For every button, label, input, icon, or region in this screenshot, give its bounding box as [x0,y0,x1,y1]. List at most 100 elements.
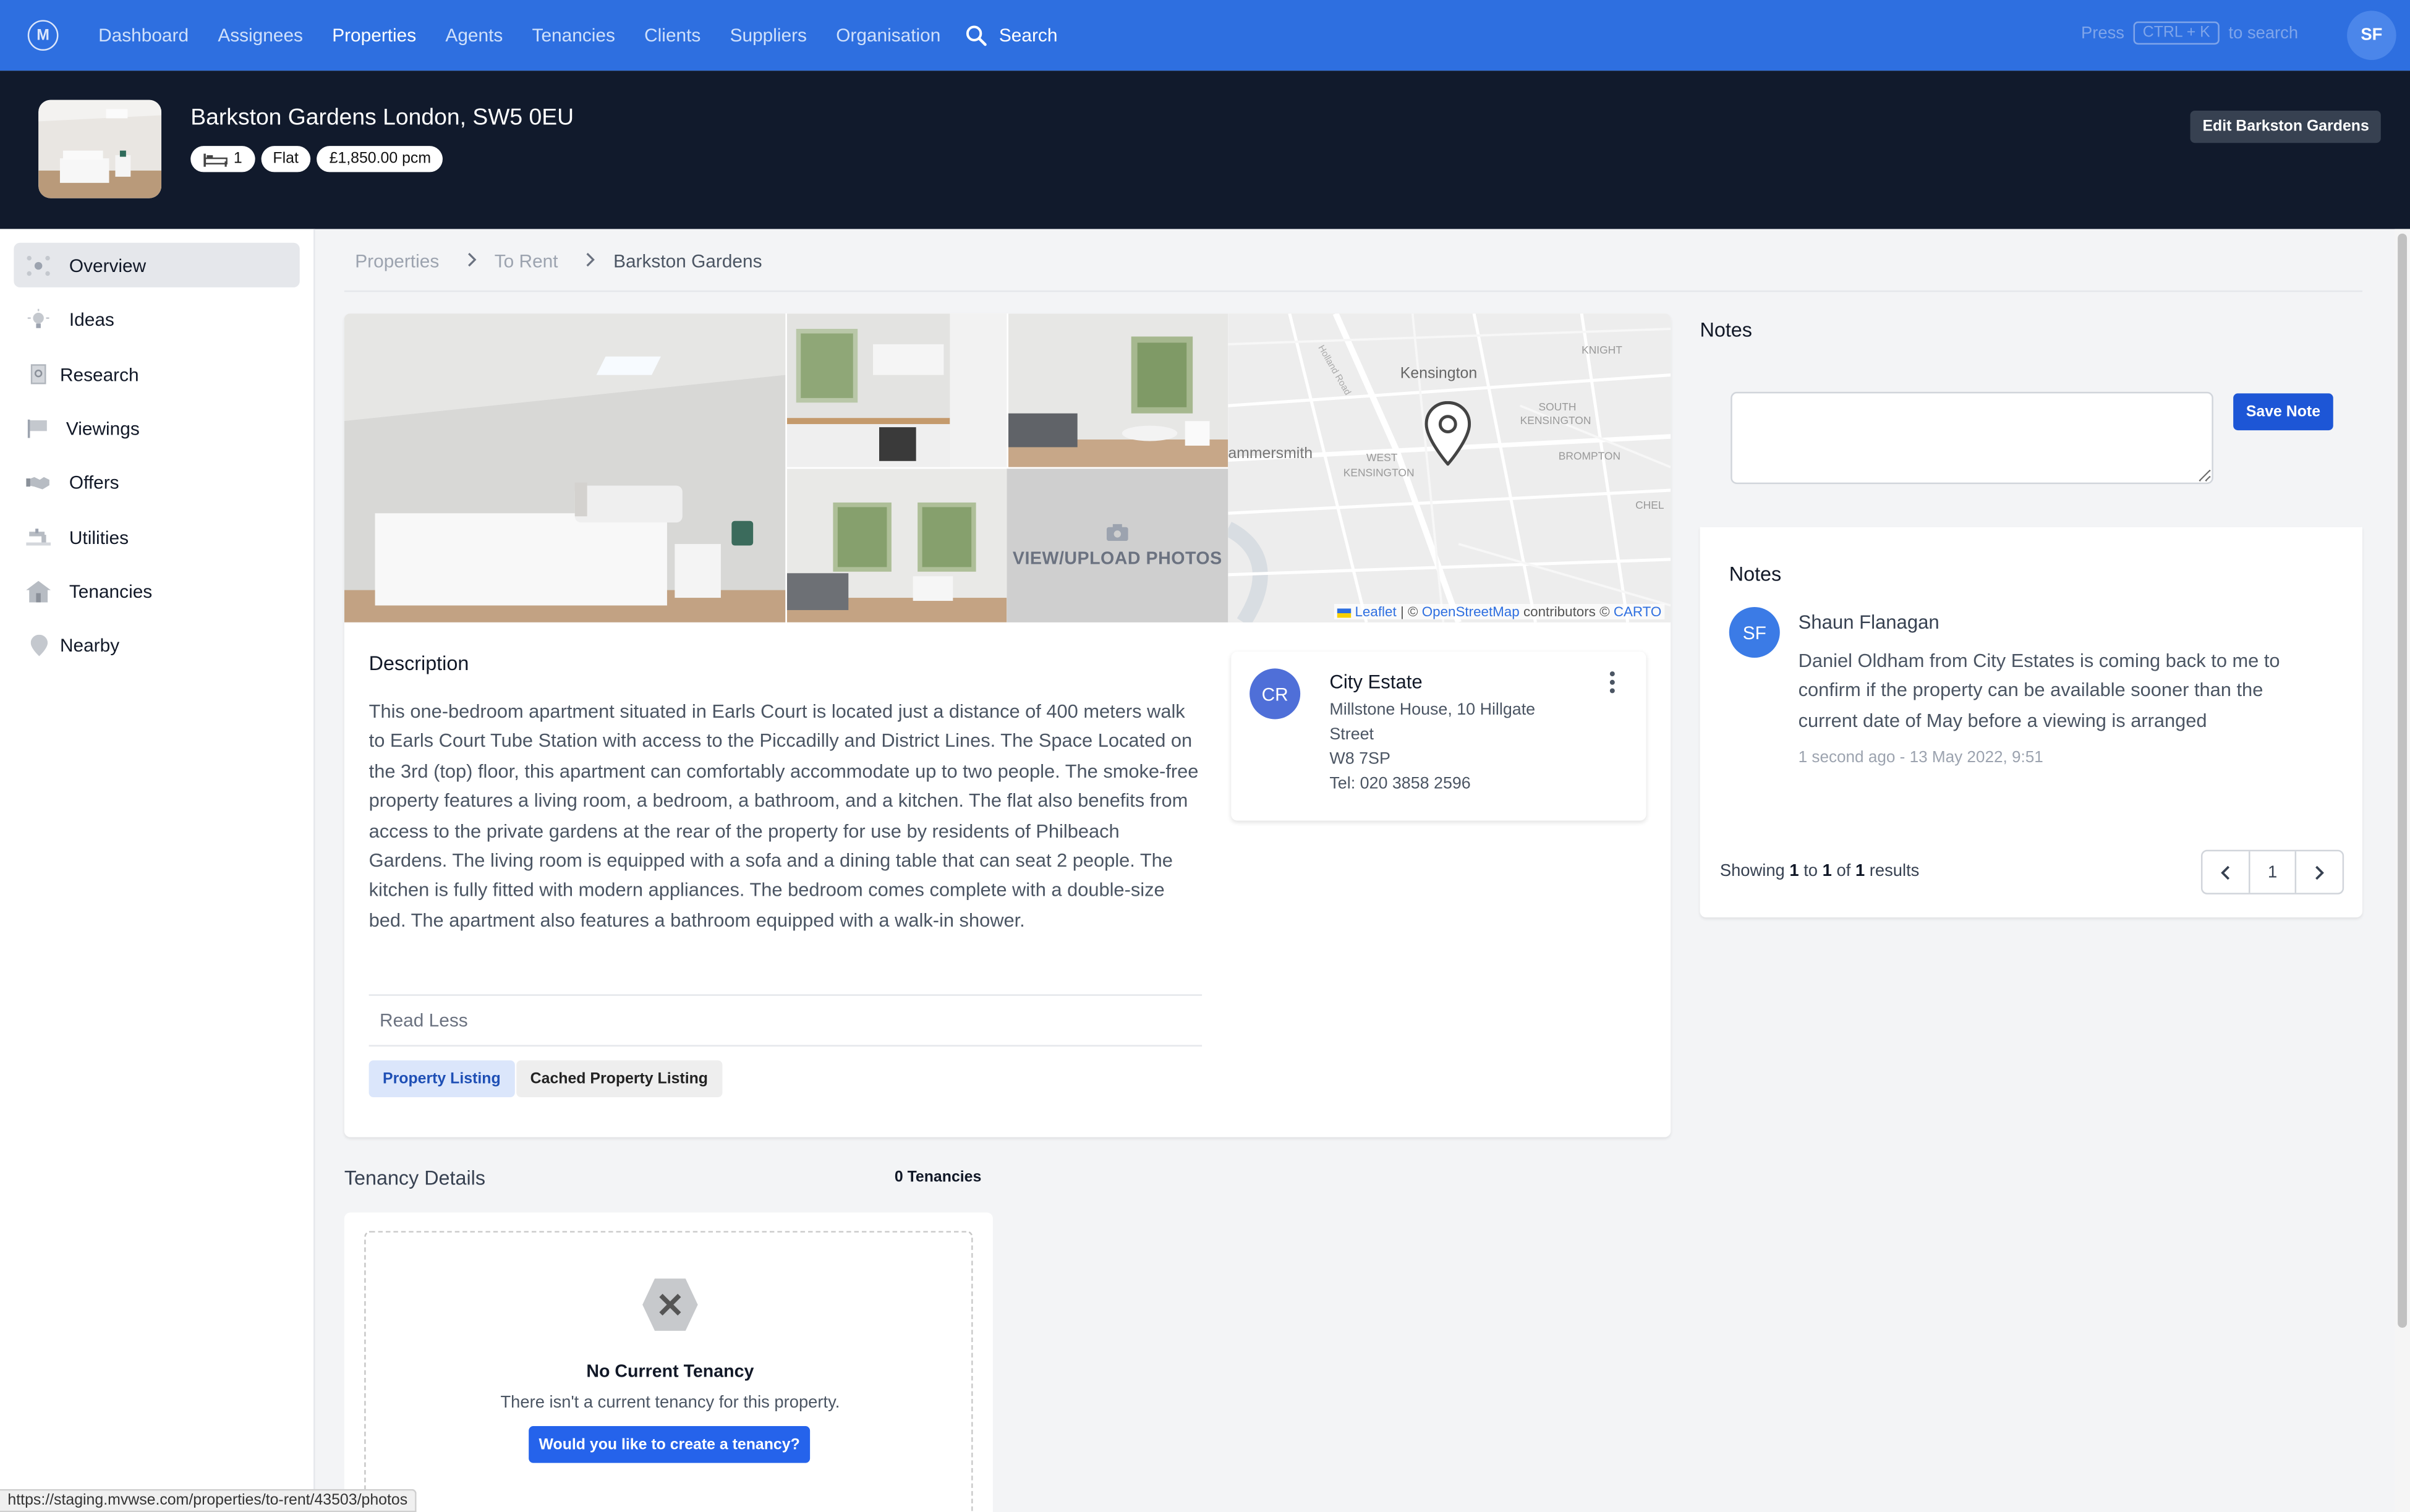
sidebar-item-label: Research [59,363,139,385]
sidebar: Overview Ideas Research Viewings Offers [0,229,315,1512]
lightbulb-icon [26,308,51,329]
property-thumbnail[interactable] [38,100,162,198]
location-pin-icon [26,634,51,656]
note-author-avatar: SF [1729,606,1780,658]
sidebar-item-label: Overview [69,254,147,276]
sidebar-item-utilities[interactable]: Utilities [14,515,299,559]
camera-icon [1106,523,1128,540]
app-logo-icon[interactable]: M [27,20,59,51]
agent-phone: Tel: 020 3858 2596 [1329,774,1471,793]
leaflet-link[interactable]: Leaflet [1355,604,1396,619]
agent-avatar: CR [1250,668,1301,720]
property-header: Barkston Gardens London, SW5 0EU 1 Flat … [0,70,2410,229]
nav-properties[interactable]: Properties [332,25,416,46]
no-tenancy-icon [642,1278,698,1331]
notes-list: Notes SF Shaun Flanagan Daniel Oldham fr… [1700,527,2362,918]
next-page-button[interactable] [2295,851,2342,893]
photo-kitchen[interactable] [786,313,1007,467]
photo-bedroom[interactable] [344,313,786,622]
showing-of-word: of [1836,862,1851,881]
breadcrumb-to-rent[interactable]: To Rent [495,250,558,272]
note-form: Save Note [1700,364,2362,527]
carto-link[interactable]: CARTO [1614,604,1662,619]
search-icon [966,25,987,46]
handshake-icon [26,471,51,493]
photo-living-room[interactable] [1008,313,1228,467]
map-label-brompton: BROMPTON [1558,451,1621,463]
page-scrollbar[interactable] [2395,229,2410,1512]
view-upload-photos-button[interactable]: VIEW/UPLOAD PHOTOS [1007,469,1228,622]
tab-cached-property-listing[interactable]: Cached Property Listing [516,1060,722,1098]
map-label-kensington: Kensington [1400,365,1478,383]
property-overview-card: VIEW/UPLOAD PHOTOS Kensington KNIGHT SOU… [344,313,1671,1137]
map-label-west-kensington-1: WEST [1366,453,1398,464]
note-author: Shaun Flanagan [1798,611,1939,634]
sidebar-item-overview[interactable]: Overview [14,242,300,287]
property-title: Barkston Gardens London, SW5 0EU [190,104,574,131]
nav-suppliers[interactable]: Suppliers [730,25,807,46]
map-label-south-kensington-2: KENSINGTON [1520,416,1591,428]
save-note-button[interactable]: Save Note [2233,393,2333,431]
hint-press: Press [2081,23,2124,43]
ukraine-flag-icon [1337,608,1352,618]
global-search[interactable]: Search [947,0,2082,70]
sidebar-item-ideas[interactable]: Ideas [14,297,299,341]
upload-label: VIEW/UPLOAD PHOTOS [1012,549,1222,568]
tab-property-listing[interactable]: Property Listing [368,1060,515,1098]
agent-address-line-1: Millstone House, 10 Hillgate [1329,700,1536,720]
page-number-button[interactable]: 1 [2248,851,2295,893]
research-icon [26,363,51,385]
photo-dining[interactable] [786,469,1007,622]
showing-to: 1 [1822,862,1832,881]
sidebar-item-tenancies[interactable]: Tenancies [14,569,299,613]
bedrooms-count: 1 [233,150,242,168]
sidebar-item-label: Nearby [59,634,120,656]
sidebar-item-nearby[interactable]: Nearby [14,622,299,667]
note-timestamp: 1 second ago - 13 May 2022, 9:51 [1798,748,2043,767]
note-body: Daniel Oldham from City Estates is comin… [1798,650,2280,731]
sidebar-item-research[interactable]: Research [14,352,299,396]
sidebar-item-viewings[interactable]: Viewings [14,406,299,450]
osm-link[interactable]: OpenStreetMap [1422,604,1520,619]
empty-tenancy-title: No Current Tenancy [586,1363,754,1382]
tap-icon [26,526,51,548]
breadcrumb-properties[interactable]: Properties [355,250,439,272]
nav-assignees[interactable]: Assignees [218,25,303,46]
more-options-icon[interactable] [1607,670,1617,695]
map-marker-icon[interactable] [1424,401,1471,466]
sidebar-item-label: Ideas [69,308,114,330]
create-tenancy-button[interactable]: Would you like to create a tenancy? [529,1426,811,1463]
user-avatar[interactable]: SF [2347,11,2396,60]
agent-name[interactable]: City Estate [1329,671,1422,693]
prev-page-button[interactable] [2202,851,2248,893]
property-map[interactable]: Kensington KNIGHT SOUTH KENSINGTON BROMP… [1228,313,1671,622]
attr-contrib: contributors © [1523,603,1610,619]
sidebar-item-label: Viewings [66,417,140,439]
chevron-right-icon [2315,865,2325,880]
notes-heading: Notes [1700,318,1752,341]
house-icon [26,580,51,602]
chevron-right-icon [585,250,595,272]
nav-clients[interactable]: Clients [644,25,700,46]
search-shortcut-hint: Press CTRL + K to search [2081,21,2298,45]
nav-agents[interactable]: Agents [445,25,503,46]
nav-dashboard[interactable]: Dashboard [98,25,189,46]
sidebar-item-offers[interactable]: Offers [14,459,299,504]
map-label-knightsbridge: KNIGHT [1582,346,1622,357]
showing-prefix: Showing [1719,862,1785,881]
scrollbar-thumb[interactable] [2398,233,2408,1328]
map-attribution: Leaflet | © OpenStreetMap contributors ©… [1334,603,1665,619]
read-less-link[interactable]: Read Less [380,1009,468,1031]
note-textarea[interactable] [1731,391,2213,485]
nav-organisation[interactable]: Organisation [836,25,940,46]
pagination-summary: Showing 1 to 1 of 1 results [1720,862,1920,881]
sidebar-item-label: Offers [69,470,119,493]
sidebar-item-label: Tenancies [69,580,153,602]
agent-address-line-2: Street [1329,725,1374,744]
shortcut-kbd: CTRL + K [2133,21,2220,45]
status-bar-url: https://staging.mvwse.com/properties/to-… [0,1489,417,1512]
notes-list-title: Notes [1729,562,1782,586]
edit-property-button[interactable]: Edit Barkston Gardens [2190,110,2382,143]
nav-tenancies[interactable]: Tenancies [532,25,615,46]
map-label-hammersmith: ammersmith [1228,445,1313,463]
